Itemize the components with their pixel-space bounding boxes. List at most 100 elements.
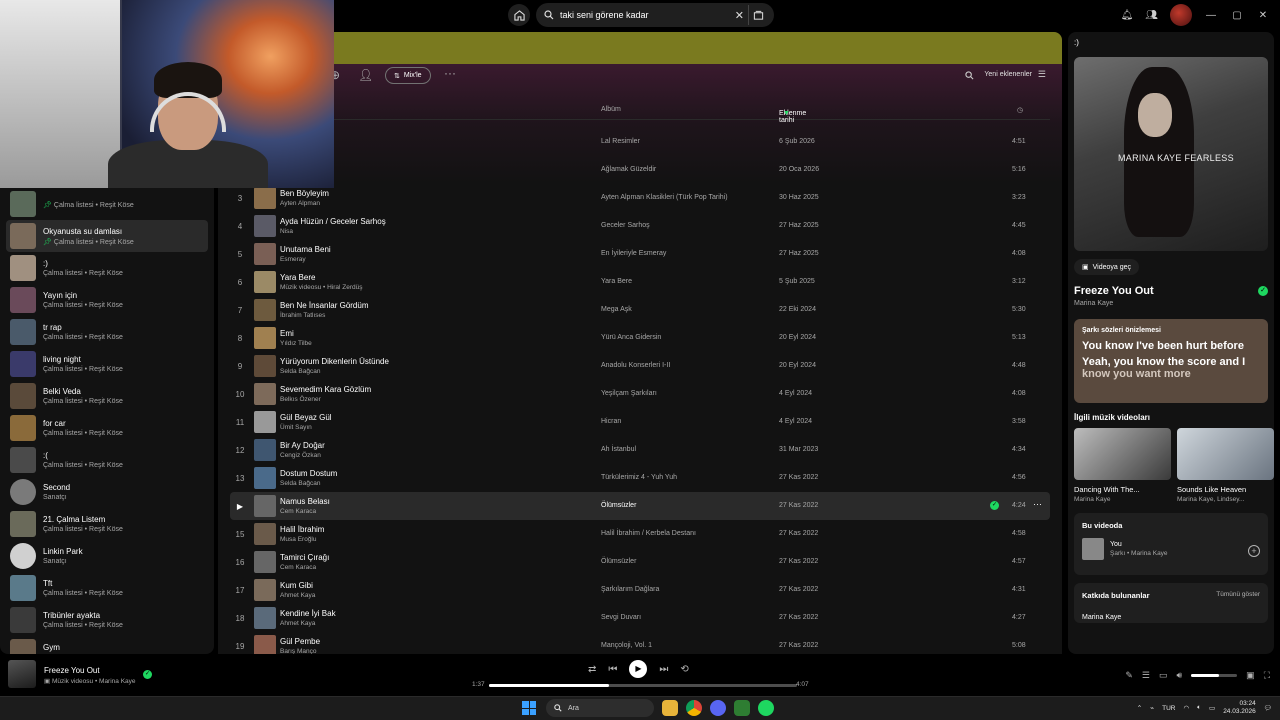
now-playing-title[interactable]: Freeze You Out — [1074, 285, 1154, 297]
player-track-sub[interactable]: ▣ Müzik videosu • Marina Kaye — [44, 677, 136, 685]
sidebar-item[interactable]: Tribünler ayakta Çalma listesi • Reşit Kö… — [6, 604, 208, 636]
sidebar-item[interactable]: :(Çalma listesi • Reşit Köse — [6, 444, 208, 476]
track-album[interactable]: Türkülerimiz 4 - Yuh Yuh — [601, 474, 677, 481]
tray-chevron-icon[interactable]: ⌃ — [1137, 704, 1142, 712]
battery-icon[interactable]: ▭ — [1209, 704, 1215, 712]
in-video-track[interactable]: You Şarkı • Marina Kaye — [1082, 538, 1260, 560]
track-album[interactable]: Ölümsüzler — [601, 502, 636, 509]
track-row[interactable]: 17 Kum Gibi Ahmet Kaya Şarkılarım Dağlara 27… — [230, 576, 1050, 604]
track-album[interactable]: Ayten Alpman Klasikleri (Türk Pop Tarihi… — [601, 194, 728, 201]
sidebar-item[interactable]: GymÇalma listesi • Reşit Köse — [6, 636, 208, 654]
search-in-playlist-icon[interactable] — [965, 71, 974, 80]
switch-to-video-button[interactable]: ▣ Videoya geç — [1074, 259, 1140, 275]
minimize-button[interactable]: — — [1204, 10, 1218, 21]
track-title[interactable]: Yürüyorum Dikenlerin Üstünde — [280, 357, 389, 366]
track-artist[interactable]: Barış Manço — [280, 648, 317, 654]
sidebar-item[interactable]: 📌︎ Çalma listesi • Reşit Köse — [6, 188, 208, 220]
add-to-library-icon[interactable]: + — [1248, 545, 1260, 557]
clear-search-icon[interactable]: ✕ — [735, 9, 744, 22]
track-row[interactable]: 19 Gül Pembe Barış Manço Mançoloji, Vol. 1 2… — [230, 632, 1050, 654]
more-options-icon[interactable]: ··· — [1033, 499, 1042, 509]
track-artist[interactable]: Cem Karaca — [280, 508, 316, 515]
track-artist[interactable]: Müzik videosu • Hiral Zerdüş — [280, 284, 362, 291]
track-title[interactable]: Kum Gibi — [280, 581, 313, 590]
track-album[interactable]: Ağlamak Güzeldir — [601, 166, 656, 173]
network-icon[interactable]: ⌁ — [1150, 704, 1154, 712]
track-album[interactable]: Geceler Sarhoş — [601, 222, 650, 229]
track-title[interactable]: Ayda Hüzün / Geceler Sarhoş — [280, 217, 386, 226]
track-row[interactable]: 5 Unutama Beni Esmeray En İyileriyle Esmera… — [230, 240, 1050, 268]
track-title[interactable]: Emi — [280, 329, 294, 338]
track-row[interactable]: 4 Ayda Hüzün / Geceler Sarhoş Nisa Geceler … — [230, 212, 1050, 240]
track-row[interactable]: Lal Resimler 6 Şub 2026 4:51 — [230, 128, 1050, 156]
sidebar-item[interactable]: Yayın için Çalma listesi • Reşit Köse — [6, 284, 208, 316]
track-row[interactable]: 7 Ben Ne İnsanlar Gördüm İbrahim Tatlıses M… — [230, 296, 1050, 324]
next-icon[interactable]: ⏭︎ — [659, 664, 668, 675]
track-album[interactable]: Ölümsüzler — [601, 558, 636, 565]
player-cover[interactable] — [8, 660, 36, 688]
track-album[interactable]: Yürü Anca Gidersin — [601, 334, 661, 341]
sidebar-item[interactable]: Okyanusta su damlası 📌︎ Çalma listesi • Re… — [6, 220, 208, 252]
track-album[interactable]: Mega Aşk — [601, 306, 632, 313]
bell-icon[interactable]: 🔔︎ — [1121, 10, 1134, 21]
clock[interactable]: 03:24 24.03.2026 — [1223, 700, 1256, 716]
more-options-icon[interactable]: ··· — [444, 66, 456, 80]
track-title[interactable]: Unutama Beni — [280, 245, 331, 254]
track-artist[interactable]: Selda Bağcan — [280, 480, 320, 487]
close-button[interactable]: ✕ — [1256, 10, 1270, 21]
wifi-icon[interactable]: ◠ — [1183, 704, 1189, 712]
track-title[interactable]: Sevemedim Kara Gözlüm — [280, 385, 371, 394]
mini-player-icon[interactable]: ▣ — [1246, 670, 1255, 681]
language-indicator[interactable]: TUR — [1162, 705, 1175, 712]
track-album[interactable]: Mançoloji, Vol. 1 — [601, 642, 652, 649]
show-all-credits-link[interactable]: Tümünü göster — [1216, 591, 1260, 598]
user-avatar[interactable] — [1170, 4, 1192, 26]
spotify-icon[interactable] — [758, 700, 774, 716]
search-input[interactable] — [560, 10, 729, 20]
track-artist[interactable]: Ümit Sayın — [280, 424, 312, 431]
track-title[interactable]: Gül Beyaz Gül — [280, 413, 332, 422]
track-title[interactable]: Bir Ay Doğar — [280, 441, 325, 450]
list-view-icon[interactable]: ☰ — [1038, 69, 1046, 80]
track-title[interactable]: Namus Belası — [280, 497, 330, 506]
track-row[interactable]: 8 Emi Yıldız Tilbe Yürü Anca Gidersin 20 Eyl… — [230, 324, 1050, 352]
now-playing-artist[interactable]: Marina Kaye — [1074, 300, 1268, 307]
track-title[interactable]: Tamirci Çırağı — [280, 553, 329, 562]
track-artist[interactable]: Ahmet Kaya — [280, 620, 315, 627]
track-row[interactable]: 9 Yürüyorum Dikenlerin Üstünde Selda Bağca… — [230, 352, 1050, 380]
track-title[interactable]: Gül Pembe — [280, 637, 320, 646]
track-row[interactable]: 10 Sevemedim Kara Gözlüm Belkıs Özener Yeşi… — [230, 380, 1050, 408]
queue-icon[interactable]: ☰ — [1142, 670, 1150, 681]
progress-bar[interactable] — [489, 684, 797, 687]
browse-button[interactable] — [748, 5, 768, 25]
track-album[interactable]: Şarkılarım Dağlara — [601, 586, 659, 593]
track-album[interactable]: Yeşilçam Şarkıları — [601, 390, 657, 397]
track-row[interactable]: 11 Gül Beyaz Gül Ümit Sayın Hicran 4 Eyl 202… — [230, 408, 1050, 436]
track-album[interactable]: Hicran — [601, 418, 621, 425]
sidebar-item[interactable]: 21. Çalma Listem Çalma listesi • Reşit Kö… — [6, 508, 208, 540]
track-album[interactable]: Halil İbrahim / Kerbela Destanı — [601, 530, 696, 537]
track-title[interactable]: Dostum Dostum — [280, 469, 337, 478]
track-title[interactable]: Ben Ne İnsanlar Gördüm — [280, 301, 369, 310]
home-button[interactable] — [508, 4, 530, 26]
sidebar-item[interactable]: Linkin Park Sanatçı — [6, 540, 208, 572]
add-user-icon[interactable]: 👤︎ — [358, 68, 373, 82]
sidebar-item[interactable]: tr rap Çalma listesi • Reşit Köse — [6, 316, 208, 348]
maximize-button[interactable]: ▢ — [1230, 10, 1244, 21]
track-artist[interactable]: Belkıs Özener — [280, 396, 321, 403]
track-album[interactable]: Anadolu Konserleri I-II — [601, 362, 670, 369]
track-artist[interactable]: İbrahim Tatlıses — [280, 312, 325, 319]
track-row[interactable]: 18 Kendine İyi Bak Ahmet Kaya Sevgi Duvarı 2… — [230, 604, 1050, 632]
search-bar[interactable]: ✕ — [536, 3, 774, 27]
track-title[interactable]: Kendine İyi Bak — [280, 609, 336, 618]
track-artist[interactable]: Cengiz Özkan — [280, 452, 321, 459]
mix-button[interactable]: ⇅ Mix'le — [385, 67, 431, 84]
sort-dropdown[interactable]: Yeni eklenenler — [984, 71, 1032, 78]
sidebar-item[interactable]: :) Çalma listesi • Reşit Köse — [6, 252, 208, 284]
track-artist[interactable]: Ahmet Kaya — [280, 592, 315, 599]
track-artist[interactable]: Musa Eroğlu — [280, 536, 317, 543]
track-title[interactable]: Yara Bere — [280, 273, 315, 282]
sidebar-item[interactable]: living night Çalma listesi • Reşit Köse — [6, 348, 208, 380]
duration-column-clock-icon[interactable]: ◷ — [1017, 106, 1023, 114]
related-video-card[interactable]: Dancing With The... Marina Kaye — [1074, 428, 1171, 503]
